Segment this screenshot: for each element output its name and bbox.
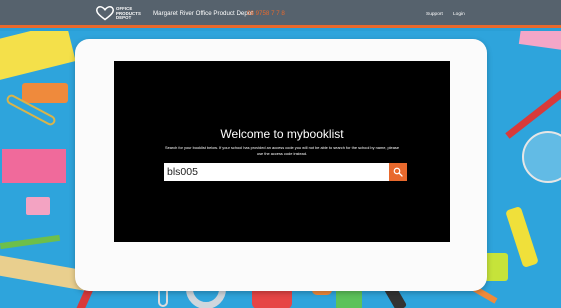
login-link[interactable]: Login bbox=[453, 12, 465, 17]
background-desk-image: Welcome to mybooklist Search for your bo… bbox=[0, 31, 561, 308]
booklist-search-input[interactable] bbox=[164, 163, 389, 181]
welcome-title: Welcome to mybooklist bbox=[220, 127, 344, 141]
search-button[interactable] bbox=[389, 163, 407, 181]
protractor bbox=[522, 131, 561, 183]
search-icon bbox=[393, 167, 403, 177]
search-help-text: Search for your booklist below. If your … bbox=[164, 145, 399, 156]
tablet-screen: Welcome to mybooklist Search for your bo… bbox=[114, 61, 450, 242]
office-products-depot-logo[interactable]: OFFICE PRODUCTS DEPOT bbox=[96, 5, 148, 23]
binder-clip-pink bbox=[26, 197, 50, 215]
store-phone: 08 9758 7 7 8 bbox=[247, 10, 285, 17]
pink-sticky-note bbox=[2, 149, 66, 183]
yellow-highlighter bbox=[505, 205, 539, 269]
top-nav-bar: OFFICE PRODUCTS DEPOT Margaret River Off… bbox=[0, 0, 561, 28]
green-pencil bbox=[0, 234, 61, 250]
orange-eraser bbox=[22, 83, 68, 103]
heart-logo-icon bbox=[96, 6, 114, 21]
tablet-frame: Welcome to mybooklist Search for your bo… bbox=[75, 39, 487, 291]
logo-wordmark: OFFICE PRODUCTS DEPOT bbox=[116, 6, 141, 21]
support-link[interactable]: Support bbox=[426, 12, 443, 17]
yellow-sticky-notes bbox=[0, 31, 76, 80]
store-name: Margaret River Office Product Depot bbox=[153, 10, 253, 17]
pink-sticky-top-right bbox=[518, 31, 561, 50]
